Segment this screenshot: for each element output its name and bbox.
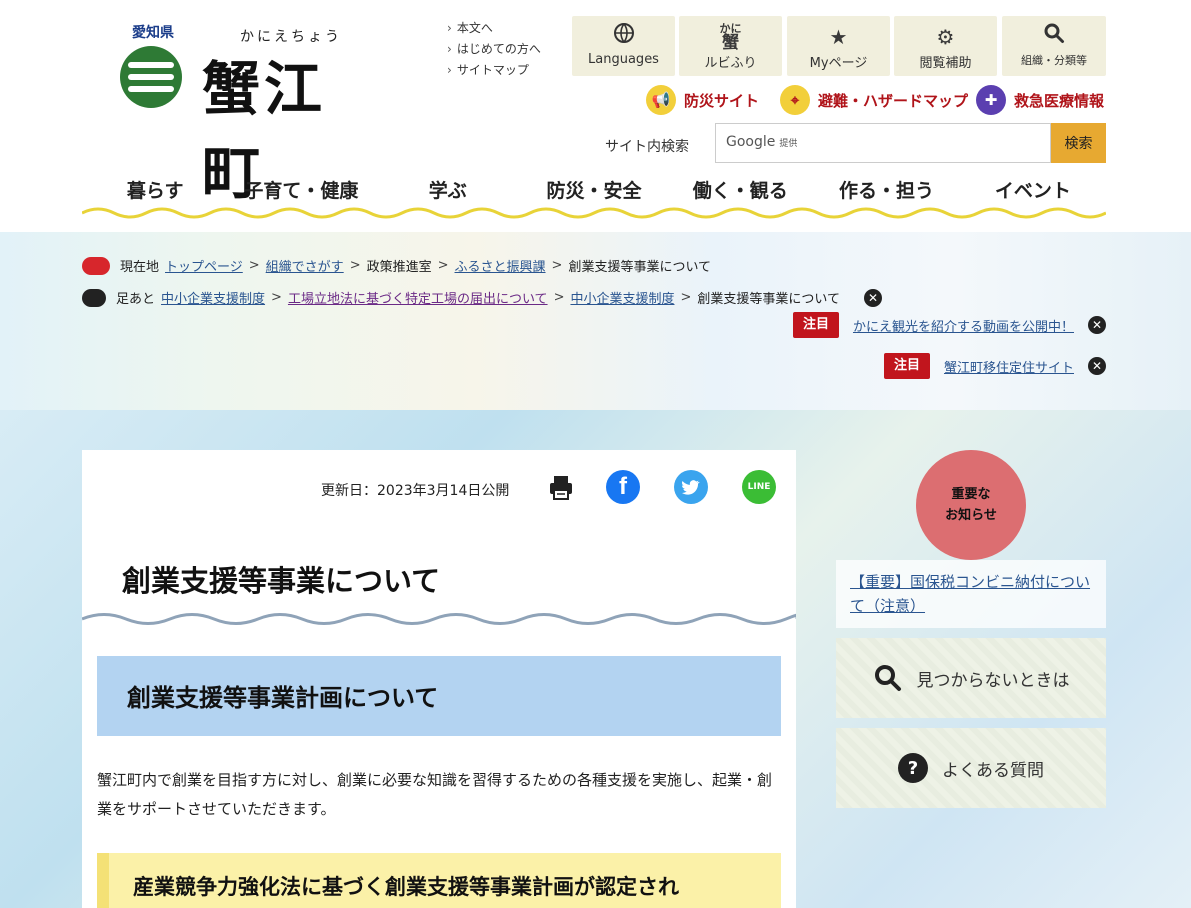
logo-prefecture: 愛知県 (132, 25, 174, 41)
accessibility-label: 閲覧補助 (919, 56, 972, 71)
notice-item: 注目 蟹江町移住定住サイト ✕ (883, 353, 1106, 379)
breadcrumb-furusato[interactable]: ふるさと振興課 (455, 256, 546, 275)
not-found-label: 見つからないときは (916, 670, 1070, 691)
utility-links: 本文へ はじめての方へ サイトマップ (447, 18, 541, 81)
hazard-map-link[interactable]: ⌖ 避難・ハザードマップ (780, 84, 968, 116)
important-notice-link[interactable]: 【重要】国保税コンビニ納付について（注意） (850, 573, 1090, 615)
faq-button[interactable]: ? よくある質問 (836, 728, 1106, 808)
breadcrumb-top[interactable]: トップページ (165, 256, 243, 275)
title-wave-divider (82, 613, 796, 625)
globe-icon (572, 22, 675, 50)
town-emblem-icon (120, 46, 182, 108)
notice-close-icon[interactable]: ✕ (1088, 316, 1106, 334)
notice-close-icon[interactable]: ✕ (1088, 357, 1106, 375)
footprint-sme-support-1[interactable]: 中小企業支援制度 (161, 288, 265, 307)
nav-childcare-health[interactable]: 子育て・健康 (228, 176, 374, 208)
updated-date: 更新日：2023年3月14日公開 (321, 483, 510, 499)
ruby-label: ルビふり (704, 56, 757, 71)
intro-paragraph: 蟹江町内で創業を目指す方に対し、創業に必要な知識を習得するための各種支援を実施し… (97, 771, 773, 818)
nav-living[interactable]: 暮らす (82, 176, 228, 208)
nav-disaster-safety[interactable]: 防災・安全 (521, 176, 667, 208)
twitter-icon[interactable] (674, 470, 708, 504)
nav-learning[interactable]: 学ぶ (375, 176, 521, 208)
accessibility-button[interactable]: ⚙ 閲覧補助 (894, 16, 997, 76)
nav-create-support[interactable]: 作る・担う (813, 176, 959, 208)
footprint-sme-support-2[interactable]: 中小企業支援制度 (570, 288, 674, 307)
ambulance-icon: ✚ (976, 85, 1006, 115)
notice-tag: 注目 (883, 353, 930, 379)
hazard-map-label: 避難・ハザードマップ (818, 91, 969, 110)
page-title: 創業支援等事業について (122, 564, 441, 598)
global-nav: 暮らす 子育て・健康 学ぶ 防災・安全 働く・観る 作る・担う イベント (82, 176, 1106, 208)
breadcrumb-organization[interactable]: 組織でさがす (266, 256, 344, 275)
languages-label: Languages (588, 52, 659, 67)
subsection-heading: 産業競争力強化法に基づく創業支援等事業計画が認定され (97, 853, 781, 908)
important-notice-label: 重要な お知らせ (945, 487, 997, 523)
skip-to-content-link[interactable]: 本文へ (447, 18, 541, 39)
mypage-label: Myページ (809, 56, 868, 71)
megaphone-icon: 📢 (646, 85, 676, 115)
organization-search-button[interactable]: 組織・分類等 (1002, 16, 1106, 76)
breadcrumb: 現在地 トップページ > 組織でさがす > 政策推進室 > ふるさと振興課 > 創業支援… (82, 256, 711, 275)
disaster-site-link[interactable]: 📢 防災サイト (646, 84, 759, 116)
search-input[interactable]: Google 提供 (715, 123, 1051, 163)
footprint-factory-notice[interactable]: 工場立地法に基づく特定工場の届出について (288, 288, 548, 307)
google-brand: Google (726, 134, 776, 150)
breadcrumb-current: 創業支援等事業について (568, 260, 712, 275)
emergency-medical-label: 救急医療情報 (1014, 91, 1105, 110)
footprints-label: 足あと (116, 292, 156, 307)
mypage-button[interactable]: ★ Myページ (787, 16, 890, 76)
important-notice-badge: 重要な お知らせ (916, 450, 1026, 560)
notice-item: 注目 かにえ観光を紹介する動画を公開中！ ✕ (792, 312, 1106, 338)
search-button[interactable]: 検索 (1051, 123, 1106, 163)
first-visit-link[interactable]: はじめての方へ (447, 39, 541, 60)
line-icon[interactable]: LINE (742, 470, 776, 504)
sitemap-link[interactable]: サイトマップ (447, 60, 541, 81)
not-found-button[interactable]: 見つからないときは (836, 638, 1106, 718)
google-provided-label: 提供 (779, 139, 798, 149)
footprints-icon (82, 288, 106, 307)
notice-link-tourism-video[interactable]: かにえ観光を紹介する動画を公開中！ (853, 316, 1074, 335)
crab-icon (82, 256, 110, 275)
facebook-icon[interactable]: f (606, 470, 640, 504)
nav-events[interactable]: イベント (960, 176, 1106, 208)
search-icon (873, 663, 903, 693)
organization-search-label: 組織・分類等 (1021, 54, 1087, 67)
ruby-button[interactable]: かに蟹 ルビふり (679, 16, 782, 76)
footprints: 足あと 中小企業支援制度 > 工場立地法に基づく特定工場の届出について > 中小企業… (82, 288, 883, 307)
ruby-icon: かに蟹 (719, 22, 742, 53)
notice-tag: 注目 (792, 312, 839, 338)
site-search-label: サイト内検索 (605, 139, 689, 155)
disaster-site-label: 防災サイト (684, 91, 760, 110)
search-icon (1002, 22, 1106, 50)
star-icon: ★ (829, 25, 848, 49)
footprint-current: 創業支援等事業について (697, 292, 841, 307)
print-icon[interactable] (544, 470, 578, 504)
breadcrumb-policy-office: 政策推進室 (366, 260, 432, 275)
nav-wave-divider (82, 207, 1106, 219)
breadcrumb-label: 現在地 (120, 260, 160, 275)
important-notice-box: 【重要】国保税コンビニ納付について（注意） (836, 560, 1106, 628)
section-heading: 創業支援等事業計画について (97, 656, 781, 736)
notice-link-migration[interactable]: 蟹江町移住定住サイト (944, 357, 1074, 376)
map-icon: ⌖ (780, 85, 810, 115)
gear-icon: ⚙ (936, 25, 955, 49)
clear-footprints-close-icon[interactable]: ✕ (864, 288, 883, 307)
languages-button[interactable]: Languages (572, 16, 675, 76)
nav-work-tourism[interactable]: 働く・観る (667, 176, 813, 208)
site-logo[interactable]: 愛知県 かにえちょう 蟹江町 (118, 20, 378, 207)
question-icon: ? (898, 753, 928, 783)
emergency-medical-link[interactable]: ✚ 救急医療情報 (976, 84, 1104, 116)
faq-label: よくある質問 (942, 760, 1044, 781)
